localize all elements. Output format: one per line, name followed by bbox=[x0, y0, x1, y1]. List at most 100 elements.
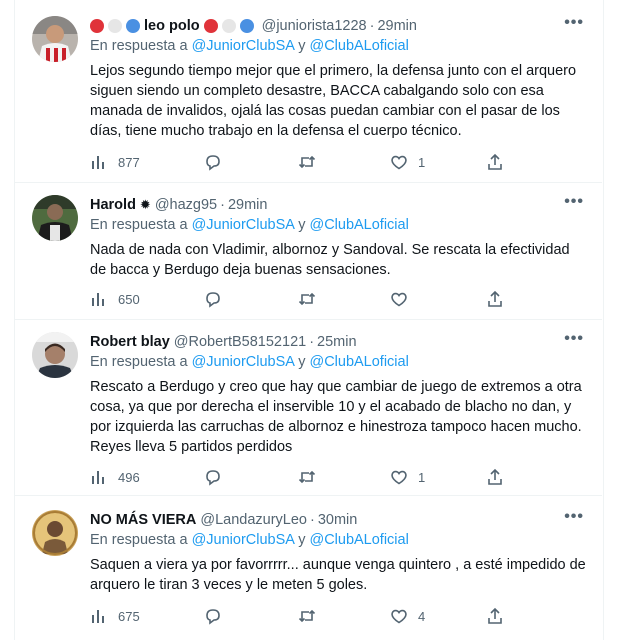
white-circle-emoji bbox=[221, 19, 236, 33]
verified-sun-icon: ✹ bbox=[139, 197, 151, 212]
separator-dot: · bbox=[369, 18, 375, 34]
timestamp[interactable]: 29min bbox=[377, 18, 417, 34]
timestamp[interactable]: 30min bbox=[318, 512, 358, 528]
reply-prefix: En respuesta a bbox=[90, 354, 188, 370]
display-name[interactable]: leo polo bbox=[144, 18, 200, 34]
reply-join: y bbox=[298, 217, 306, 233]
mention-link[interactable]: @JuniorClubSA bbox=[192, 217, 295, 233]
tweet-text: Lejos segundo tiempo mejor que el primer… bbox=[90, 63, 577, 139]
views-button[interactable]: 650 bbox=[90, 289, 140, 309]
reply-button[interactable] bbox=[204, 152, 222, 172]
share-button[interactable] bbox=[486, 606, 504, 626]
reply-icon bbox=[206, 155, 220, 171]
tweet[interactable]: Robert blay @RobertB58152121 · 25min En … bbox=[14, 320, 602, 496]
timestamp[interactable]: 29min bbox=[228, 197, 268, 213]
retweet-button[interactable] bbox=[298, 606, 316, 626]
reply-prefix: En respuesta a bbox=[90, 217, 188, 233]
tweet[interactable]: Harold ✹ @hazg95 · 29min En respuesta a … bbox=[14, 183, 602, 320]
reply-button[interactable] bbox=[204, 606, 222, 626]
blue-circle-emoji bbox=[126, 19, 140, 33]
avatar[interactable] bbox=[32, 510, 78, 556]
retweet-button[interactable] bbox=[298, 152, 316, 172]
display-name[interactable]: NO MÁS VIERA bbox=[90, 512, 196, 528]
user-handle[interactable]: @LandazuryLeo bbox=[200, 512, 307, 528]
retweet-button[interactable] bbox=[298, 289, 316, 309]
more-icon[interactable]: ••• bbox=[564, 508, 584, 526]
mention-link[interactable]: @JuniorClubSA bbox=[192, 38, 295, 54]
views-button[interactable]: 496 bbox=[90, 467, 140, 487]
mention-link[interactable]: @JuniorClubSA bbox=[192, 354, 295, 370]
retweet-icon bbox=[298, 609, 316, 623]
reply-icon bbox=[206, 292, 220, 308]
blue-circle-emoji bbox=[239, 19, 254, 33]
avatar[interactable] bbox=[32, 332, 78, 378]
red-circle-emoji bbox=[90, 19, 104, 33]
tweet-actions: 496 1 bbox=[90, 467, 588, 487]
separator-dot: · bbox=[309, 334, 315, 350]
tweet-header: Harold ✹ @hazg95 · 29min bbox=[90, 195, 588, 215]
reply-context: En respuesta a @JuniorClubSA y @ClubALof… bbox=[90, 532, 588, 552]
reply-context: En respuesta a @JuniorClubSA y @ClubALof… bbox=[90, 217, 588, 237]
mention-link[interactable]: @JuniorClubSA bbox=[192, 532, 295, 548]
display-name[interactable]: Harold bbox=[90, 197, 136, 213]
reply-button[interactable] bbox=[204, 467, 222, 487]
like-icon bbox=[391, 155, 407, 170]
views-count: 877 bbox=[118, 154, 140, 170]
share-button[interactable] bbox=[486, 289, 504, 309]
more-icon[interactable]: ••• bbox=[564, 330, 584, 348]
share-button[interactable] bbox=[486, 467, 504, 487]
like-button[interactable]: 4 bbox=[390, 606, 425, 626]
separator-dot: · bbox=[309, 512, 315, 528]
timeline: leo polo @juniorista1228 · 29min En resp… bbox=[0, 0, 640, 640]
share-icon bbox=[488, 153, 502, 170]
mention-link[interactable]: @ClubALoficial bbox=[309, 217, 408, 233]
views-count: 496 bbox=[118, 469, 140, 485]
timestamp[interactable]: 25min bbox=[317, 334, 357, 350]
views-button[interactable]: 877 bbox=[90, 152, 140, 172]
views-count: 675 bbox=[118, 608, 140, 624]
likes-count: 1 bbox=[418, 154, 426, 170]
share-icon bbox=[488, 468, 502, 485]
reply-button[interactable] bbox=[204, 289, 222, 309]
views-count: 650 bbox=[118, 291, 140, 307]
mention-link[interactable]: @ClubALoficial bbox=[309, 38, 408, 54]
likes-count: 1 bbox=[418, 469, 426, 485]
reply-join: y bbox=[298, 532, 306, 548]
like-icon bbox=[391, 609, 407, 624]
retweet-icon bbox=[298, 155, 316, 169]
reply-context: En respuesta a @JuniorClubSA y @ClubALof… bbox=[90, 38, 588, 58]
like-button[interactable] bbox=[390, 289, 408, 309]
retweet-icon bbox=[298, 470, 316, 484]
tweet[interactable]: NO MÁS VIERA @LandazuryLeo · 30min En re… bbox=[14, 496, 602, 640]
share-button[interactable] bbox=[486, 152, 504, 172]
user-handle[interactable]: @hazg95 bbox=[155, 197, 217, 213]
tweet-text: Nada de nada con Vladimir, albornoz y Sa… bbox=[90, 242, 570, 278]
tweet-text: Saquen a viera ya por favorrrrr... aunqu… bbox=[90, 557, 586, 593]
tweet-text: Rescato a Berdugo y creo que hay que cam… bbox=[90, 379, 582, 455]
tweet-actions: 675 4 bbox=[90, 606, 588, 626]
reply-context: En respuesta a @JuniorClubSA y @ClubALof… bbox=[90, 354, 588, 374]
mention-link[interactable]: @ClubALoficial bbox=[309, 354, 408, 370]
mention-link[interactable]: @ClubALoficial bbox=[309, 532, 408, 548]
more-icon[interactable]: ••• bbox=[564, 193, 584, 211]
user-handle[interactable]: @juniorista1228 bbox=[262, 18, 367, 34]
tweet-actions: 650 bbox=[90, 289, 588, 309]
retweet-button[interactable] bbox=[298, 467, 316, 487]
avatar[interactable] bbox=[32, 16, 78, 62]
white-circle-emoji bbox=[108, 19, 122, 33]
views-button[interactable]: 675 bbox=[90, 606, 140, 626]
display-name[interactable]: Robert blay bbox=[90, 334, 170, 350]
more-icon[interactable]: ••• bbox=[564, 14, 584, 32]
like-icon bbox=[391, 292, 407, 307]
tweet[interactable]: leo polo @juniorista1228 · 29min En resp… bbox=[14, 0, 602, 183]
avatar[interactable] bbox=[32, 195, 78, 241]
reply-prefix: En respuesta a bbox=[90, 38, 188, 54]
like-button[interactable]: 1 bbox=[390, 467, 425, 487]
tweet-header: leo polo @juniorista1228 · 29min bbox=[90, 16, 588, 36]
tweet-actions: 877 1 bbox=[90, 152, 588, 172]
like-icon bbox=[391, 470, 407, 485]
user-handle[interactable]: @RobertB58152121 bbox=[174, 334, 306, 350]
like-button[interactable]: 1 bbox=[390, 152, 425, 172]
reply-join: y bbox=[298, 38, 306, 54]
views-icon bbox=[92, 471, 104, 484]
